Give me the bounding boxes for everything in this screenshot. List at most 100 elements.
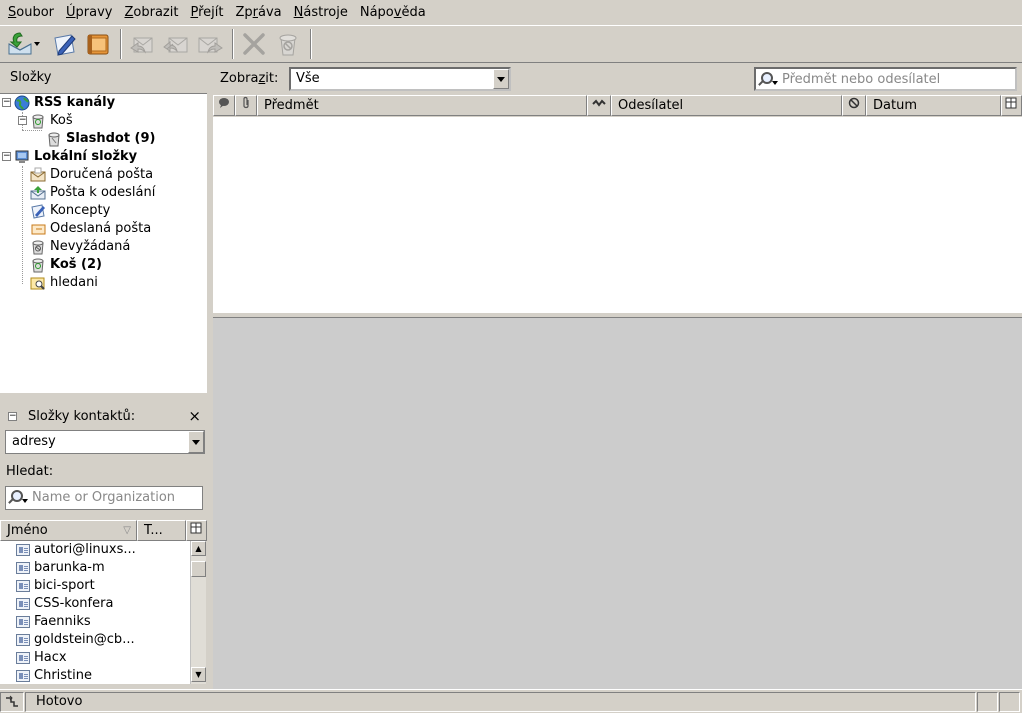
dropdown-button[interactable] [188, 431, 204, 453]
contact-name: CSS-konfera [34, 596, 114, 611]
folder-local[interactable]: Lokální složky [14, 148, 137, 166]
list-item[interactable]: Hacx [16, 649, 67, 667]
contact-scrollbar[interactable]: ▲ ▼ [190, 541, 206, 684]
computer-icon [15, 150, 29, 163]
menu-napoveda[interactable]: Nápověda [356, 0, 434, 25]
folder-drafts[interactable]: Koncepty [30, 202, 110, 220]
status-bar: Hotovo [0, 689, 1022, 713]
pane-splitter[interactable] [207, 64, 212, 689]
contact-card-icon [16, 616, 30, 628]
folder-inbox[interactable]: Doručená pošta [30, 166, 153, 184]
write-button[interactable] [48, 28, 80, 60]
dropdown-button[interactable] [493, 69, 509, 89]
folder-trash[interactable]: Koš (2) [30, 256, 102, 274]
column-thread[interactable] [213, 95, 235, 116]
folder-rss-trash[interactable]: Koš [30, 112, 73, 130]
reply-all-button[interactable] [160, 28, 192, 60]
column-subject-label: Předmět [264, 98, 319, 113]
column-picker[interactable] [186, 520, 207, 541]
chevron-down-icon [22, 499, 28, 503]
column-type[interactable]: T... [137, 520, 186, 541]
folders-header: Složky [10, 70, 52, 85]
toolbar-separator [232, 29, 234, 59]
folder-label: Nevyžádaná [50, 239, 131, 254]
list-item[interactable]: goldstein@cb... [16, 631, 135, 649]
view-label: Zobrazit: [220, 71, 279, 86]
list-item[interactable]: Christine [16, 667, 92, 684]
get-mail-button[interactable] [4, 28, 36, 60]
online-status[interactable] [0, 692, 24, 712]
delete-button[interactable] [238, 28, 270, 60]
close-icon[interactable]: × [188, 407, 201, 425]
contact-name: bici-sport [34, 578, 95, 593]
status-panel [977, 692, 998, 712]
menu-zprava[interactable]: Zpráva [231, 0, 289, 25]
view-select-value: Vše [296, 71, 320, 86]
column-name[interactable]: Jméno ▽ [0, 520, 137, 541]
message-list[interactable] [213, 117, 1022, 313]
folder-label: Lokální složky [34, 149, 138, 164]
contact-card-icon [16, 670, 30, 682]
list-item[interactable]: bici-sport [16, 577, 95, 595]
folder-label: Koš (2) [50, 257, 102, 272]
message-preview-pane[interactable] [213, 318, 1022, 689]
folder-tree[interactable]: − RSS kanály − Koš Slashdot (9) − Lokáln… [0, 93, 207, 393]
contact-search-input[interactable]: Name or Organization [5, 486, 203, 510]
folder-search[interactable]: hledani [30, 274, 98, 292]
view-select[interactable]: Vše [289, 67, 511, 91]
folder-label: Slashdot (9) [66, 131, 156, 146]
scroll-down-button[interactable]: ▼ [191, 667, 206, 682]
junk-icon [279, 34, 297, 56]
address-book-select[interactable]: adresy [5, 430, 205, 454]
scroll-thumb[interactable] [191, 561, 206, 577]
junk-button[interactable] [272, 28, 304, 60]
reply-button[interactable] [126, 28, 158, 60]
menu-nastroje[interactable]: Nástroje [290, 0, 356, 25]
folder-label: Doručená pošta [50, 167, 154, 182]
contact-name: Christine [34, 668, 92, 683]
message-search-placeholder: Předmět nebo odesílatel [782, 72, 941, 87]
contact-name: goldstein@cb... [34, 632, 135, 647]
contact-column-header: Jméno ▽ T... [0, 520, 207, 541]
folder-label: hledani [50, 275, 98, 290]
folder-junk[interactable]: Nevyžádaná [30, 238, 130, 256]
trash-icon [32, 114, 44, 129]
message-search-input[interactable]: Předmět nebo odesílatel [754, 67, 1017, 91]
menu-soubor[interactable]: Soubor [4, 0, 62, 25]
collapse-toggle[interactable]: − [18, 116, 27, 125]
scroll-up-button[interactable]: ▲ [191, 541, 206, 556]
column-sender[interactable]: Odesílatel [611, 95, 842, 116]
folder-sent[interactable]: Odeslaná pošta [30, 220, 151, 238]
column-date[interactable]: Datum [866, 95, 1001, 116]
list-item[interactable]: Faenniks [16, 613, 91, 631]
collapse-toggle[interactable]: − [2, 152, 11, 161]
address-book-button[interactable] [82, 28, 114, 60]
menu-upravy[interactable]: Úpravy [62, 0, 120, 25]
column-picker[interactable] [1001, 95, 1022, 116]
forward-button[interactable] [194, 28, 226, 60]
write-icon [54, 34, 76, 56]
filter-bar: Zobrazit: Vše Předmět nebo odesílatel [212, 64, 1022, 94]
folder-slashdot[interactable]: Slashdot (9) [46, 130, 156, 148]
collapse-toggle[interactable]: − [2, 98, 11, 107]
folder-rss[interactable]: RSS kanály [14, 94, 115, 112]
sort-icon: ▽ [123, 525, 131, 536]
contact-card-icon [16, 580, 30, 592]
list-item[interactable]: autori@linuxs... [16, 541, 136, 559]
menu-zobrazit[interactable]: Zobrazit [120, 0, 186, 25]
folder-outbox[interactable]: Pošta k odeslání [30, 184, 155, 202]
list-item[interactable]: CSS-konfera [16, 595, 113, 613]
junk-icon [32, 240, 44, 255]
tree-line [22, 130, 42, 131]
column-subject[interactable]: Předmět [257, 95, 587, 116]
column-attachment[interactable] [235, 95, 257, 116]
column-name-label: Jméno [7, 523, 48, 538]
sent-icon [31, 224, 46, 235]
column-read-status[interactable] [587, 95, 611, 116]
column-picker-icon [190, 522, 202, 534]
collapse-toggle[interactable]: − [8, 411, 17, 421]
contact-list[interactable]: autori@linuxs... barunka-m bici-sport CS… [0, 541, 190, 684]
menu-prejit[interactable]: Přejít [186, 0, 231, 25]
column-junk-status[interactable] [842, 95, 866, 116]
list-item[interactable]: barunka-m [16, 559, 105, 577]
